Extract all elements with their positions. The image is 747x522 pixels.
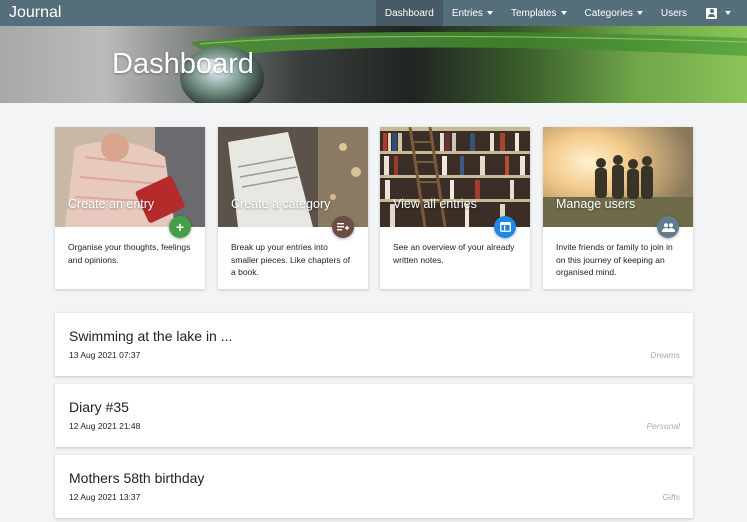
card-title: View all entries	[393, 197, 477, 211]
entry-date: 12 Aug 2021 21:48	[69, 421, 141, 431]
entry-title: Diary #35	[69, 399, 129, 415]
card-title: Create an entry	[68, 197, 155, 211]
entry-date: 13 Aug 2021 07:37	[69, 350, 141, 360]
caret-down-icon	[560, 11, 567, 15]
writing-notebook-image	[55, 127, 205, 227]
nav-categories-label: Categories	[584, 7, 633, 19]
nav-entries-dropdown[interactable]: Entries	[443, 0, 502, 26]
card-image	[543, 127, 693, 227]
nav-categories-dropdown[interactable]: Categories	[576, 0, 652, 26]
nav-templates-label: Templates	[510, 7, 557, 19]
entry-category: Gifts	[662, 492, 680, 502]
entry-title: Mothers 58th birthday	[69, 470, 205, 486]
add-category-button[interactable]	[332, 216, 354, 238]
top-navbar: Journal Dashboard Entries Templates Cate…	[0, 0, 747, 26]
main-nav: Dashboard Entries Templates Categories U…	[375, 0, 737, 26]
add-entry-button[interactable]: +	[169, 216, 191, 238]
nav-users-label: Users	[660, 7, 687, 19]
card-image	[55, 127, 205, 227]
manage-users-button[interactable]	[657, 216, 679, 238]
bookshelf-image	[380, 127, 530, 227]
view-entries-button[interactable]	[494, 216, 516, 238]
caret-down-icon	[636, 11, 643, 15]
card-title: Manage users	[556, 197, 636, 211]
hero-banner: Dashboard	[0, 26, 747, 103]
entry-list-item[interactable]: Mothers 58th birthday 12 Aug 2021 13:37 …	[55, 455, 693, 518]
card-description: See an overview of your already written …	[393, 242, 515, 265]
create-entry-card[interactable]: Create an entry + Organise your thoughts…	[55, 127, 205, 289]
open-book-image	[218, 127, 368, 227]
create-category-card[interactable]: Create a category Break up your entries …	[218, 127, 368, 289]
caret-down-icon	[486, 11, 493, 15]
nav-users[interactable]: Users	[652, 0, 696, 26]
entry-date: 12 Aug 2021 13:37	[69, 492, 141, 502]
entry-category: Dreams	[650, 350, 680, 360]
hero-title: Dashboard	[112, 48, 254, 80]
nav-dashboard[interactable]: Dashboard	[375, 0, 443, 26]
card-description: Break up your entries into smaller piece…	[231, 242, 351, 277]
nav-entries-label: Entries	[451, 7, 483, 19]
card-title: Create a category	[231, 197, 331, 211]
entry-title: Swimming at the lake in ...	[69, 328, 233, 344]
card-description: Invite friends or family to join in on t…	[556, 242, 673, 277]
playlist-add-icon	[337, 223, 349, 231]
nav-dashboard-label: Dashboard	[384, 7, 434, 19]
account-menu[interactable]	[696, 0, 737, 26]
card-image	[218, 127, 368, 227]
card-description: Organise your thoughts, feelings and opi…	[68, 242, 191, 265]
friends-sunset-image	[543, 127, 693, 227]
card-image	[380, 127, 530, 227]
entry-list-item[interactable]: Diary #35 12 Aug 2021 21:48 Personal	[55, 384, 693, 447]
view-entries-card[interactable]: View all entries See an overview of your…	[380, 127, 530, 289]
entry-category: Personal	[646, 421, 680, 431]
caret-down-icon	[725, 11, 731, 15]
app-brand[interactable]: Journal	[9, 4, 376, 22]
manage-users-card[interactable]: Manage users Invite friends or family to…	[543, 127, 693, 289]
people-icon	[661, 222, 675, 232]
nav-templates-dropdown[interactable]: Templates	[502, 0, 576, 26]
entry-list-item[interactable]: Swimming at the lake in ... 13 Aug 2021 …	[55, 313, 693, 376]
add-icon: +	[175, 219, 185, 235]
account-box-icon	[706, 7, 717, 19]
web-icon	[499, 222, 511, 232]
